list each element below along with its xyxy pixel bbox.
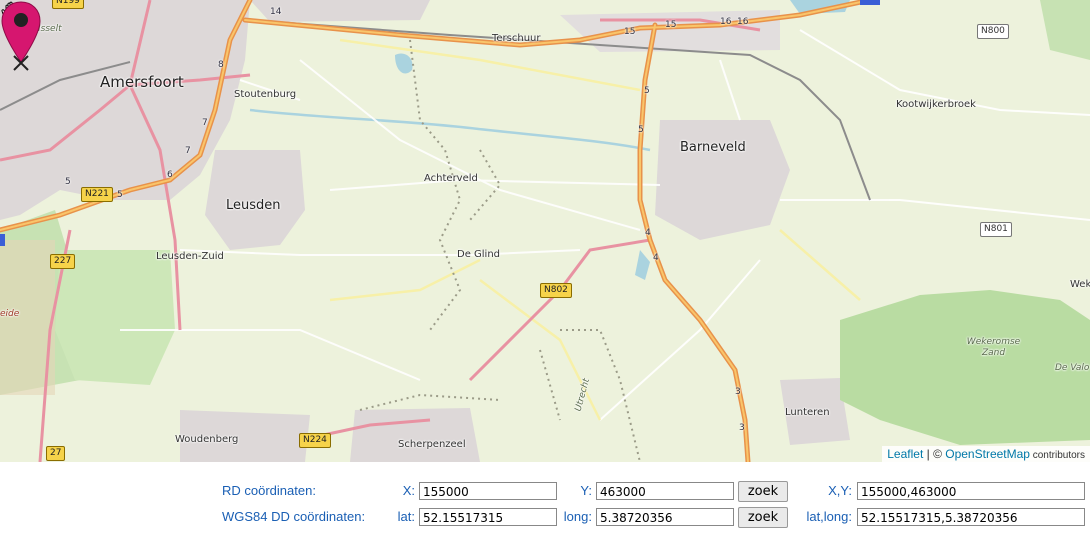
- place-amersfoort: Amersfoort: [100, 73, 184, 91]
- road-n224: N224: [299, 433, 331, 448]
- place-scherpenzeel: Scherpenzeel: [398, 439, 466, 450]
- road-n221: N221: [81, 187, 113, 202]
- long-input[interactable]: 5.38720356: [596, 508, 734, 526]
- x-label: X:: [402, 483, 415, 498]
- exit-number: 7: [185, 146, 191, 156]
- road-n802: N802: [540, 283, 572, 298]
- place-stoutenburg: Stoutenburg: [234, 89, 297, 100]
- zoek-rd-button[interactable]: zoek: [738, 481, 788, 502]
- place-wek: Wek: [1070, 279, 1090, 290]
- place-lunteren: Lunteren: [785, 407, 830, 418]
- latlong-label: lat,long:: [806, 509, 852, 524]
- map-tiles: [0, 0, 1090, 462]
- place-achterveld: Achterveld: [424, 173, 478, 184]
- exit-number: 5: [65, 177, 71, 187]
- map-attribution: Leaflet | © OpenStreetMap contributors: [882, 446, 1090, 462]
- place-barneveld: Barneveld: [680, 140, 746, 155]
- zoek-wgs-button[interactable]: zoek: [738, 507, 788, 528]
- y-input[interactable]: 463000: [596, 482, 734, 500]
- attribution-contributors: contributors: [1029, 450, 1085, 461]
- place-heide: eide: [0, 309, 20, 319]
- y-label: Y:: [580, 483, 592, 498]
- place-leusden: Leusden: [226, 198, 281, 213]
- map-view[interactable]: Amersfoort Isselt Terschuur Stoutenburg …: [0, 0, 1090, 462]
- coordinate-form: RD coördinaten: X: 155000 Y: 463000 zoek…: [0, 462, 1090, 539]
- road-n801: N801: [980, 222, 1012, 237]
- exit-number: 5: [638, 125, 644, 135]
- rd-coordinates-label: RD coördinaten:: [222, 483, 316, 498]
- exit-number: 5: [117, 190, 123, 200]
- latlong-input[interactable]: 52.15517315,5.38720356: [857, 508, 1085, 526]
- exit-number: 6: [167, 170, 173, 180]
- exit-number: 15: [665, 20, 677, 30]
- lat-input[interactable]: 52.15517315: [419, 508, 557, 526]
- long-label: long:: [563, 509, 592, 524]
- exit-number: 8: [218, 60, 224, 70]
- exit-number: 16: [720, 17, 732, 27]
- place-de-glind: De Glind: [457, 249, 501, 260]
- road-n27b: 27: [46, 446, 66, 461]
- lat-label: lat:: [397, 509, 415, 524]
- xy-label: X,Y:: [828, 483, 852, 498]
- exit-number: 5: [644, 86, 650, 96]
- wgs84-coordinates-label: WGS84 DD coördinaten:: [222, 509, 366, 524]
- place-kootwijkerbroek: Kootwijkerbroek: [896, 99, 976, 110]
- exit-number: 15: [624, 27, 636, 37]
- road-n227: 227: [50, 254, 76, 269]
- exit-number: 3: [735, 387, 741, 397]
- xy-input[interactable]: 155000,463000: [857, 482, 1085, 500]
- leaflet-link[interactable]: Leaflet: [887, 447, 923, 461]
- exit-number: 16: [737, 17, 749, 27]
- exit-number: 4: [653, 253, 659, 263]
- road-n199: N199: [52, 0, 84, 9]
- attribution-separator: | ©: [923, 447, 946, 461]
- exit-number: 7: [202, 118, 208, 128]
- road-n800: N800: [977, 24, 1009, 39]
- place-leusden-zuid: Leusden-Zuid: [156, 251, 224, 262]
- place-wekeromse-zand: Wekeromse Zand: [966, 337, 1021, 358]
- place-terschuur: Terschuur: [492, 33, 541, 44]
- exit-number: 3: [739, 423, 745, 433]
- place-de-valo: De Valo: [1055, 363, 1090, 373]
- marker-pin: [1, 1, 41, 63]
- location-marker-icon[interactable]: [0, 0, 42, 76]
- exit-number: 4: [645, 228, 651, 238]
- exit-number: 14: [270, 7, 282, 17]
- openstreetmap-link[interactable]: OpenStreetMap: [945, 447, 1030, 461]
- place-woudenberg: Woudenberg: [175, 434, 239, 445]
- x-input[interactable]: 155000: [419, 482, 557, 500]
